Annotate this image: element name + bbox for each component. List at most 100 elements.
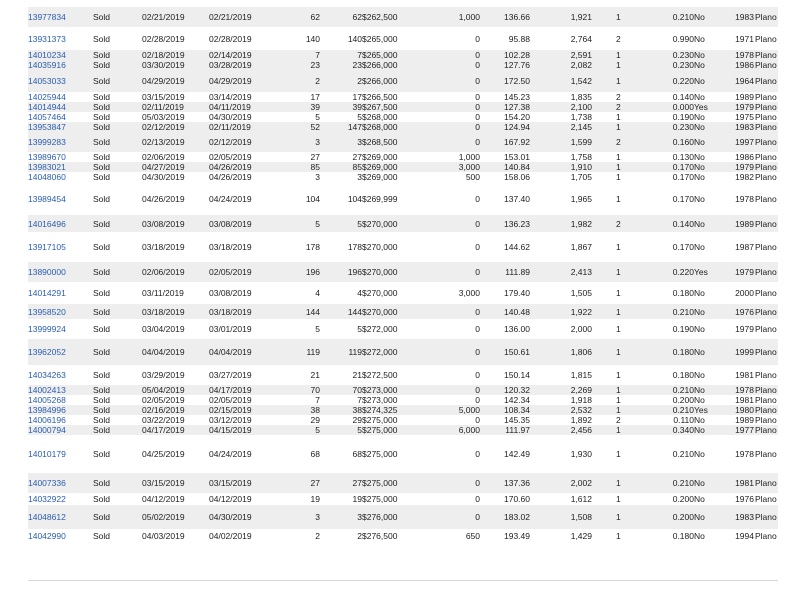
dom-cell: 27 — [310, 152, 320, 162]
acres-cell: 0.180 — [672, 370, 694, 380]
list-date-cell: 03/12/2019 — [209, 415, 252, 425]
mls-link[interactable]: 13989454 — [28, 194, 66, 204]
list-date-cell: 04/17/2019 — [209, 385, 252, 395]
acres-cell: 0.990 — [672, 33, 694, 44]
sqft-cell: 1,815 — [570, 370, 592, 380]
price-cell: $270,000 — [362, 306, 398, 317]
mls-link[interactable]: 14014944 — [28, 102, 66, 112]
cdom-cell: 62 — [352, 12, 362, 22]
mls-link[interactable]: 13931373 — [28, 34, 66, 44]
mls-link[interactable]: 13999924 — [28, 324, 66, 334]
mls-link[interactable]: 13989670 — [28, 152, 66, 162]
mls-link[interactable]: 13958520 — [28, 307, 66, 317]
concessions-cell: 0 — [475, 50, 480, 60]
mls-link[interactable]: 14042990 — [28, 531, 66, 541]
city-cell: Plano — [755, 449, 777, 459]
mls-link[interactable]: 14010179 — [28, 449, 66, 459]
year-built-cell: 1989 — [735, 218, 754, 229]
mls-link[interactable]: 14016496 — [28, 219, 66, 229]
status-cell: Sold — [93, 306, 111, 317]
mls-link[interactable]: 14057464 — [28, 112, 66, 122]
beds-cell: 1 — [616, 370, 621, 380]
dom-cell: 39 — [310, 102, 320, 112]
concessions-cell: 0 — [475, 370, 480, 380]
mls-link[interactable]: 13962052 — [28, 347, 66, 357]
price-cell: $266,500 — [362, 92, 398, 102]
mls-link[interactable]: 13983021 — [28, 162, 66, 172]
mls-link[interactable]: 14048060 — [28, 172, 66, 182]
list-date-cell: 02/12/2019 — [209, 137, 252, 147]
beds-cell: 2 — [616, 92, 621, 102]
mls-link[interactable]: 13977834 — [28, 12, 66, 22]
mls-link[interactable]: 14034263 — [28, 370, 66, 380]
sqft-cell: 2,082 — [570, 60, 592, 70]
status-cell: Sold — [93, 102, 111, 112]
mls-link[interactable]: 13917105 — [28, 242, 66, 252]
city-cell: Plano — [755, 267, 777, 277]
acres-cell: 0.170 — [672, 193, 694, 204]
status-cell: Sold — [93, 395, 111, 405]
beds-cell: 1 — [616, 494, 621, 504]
year-built-cell: 1979 — [735, 162, 754, 172]
pool-cell: No — [694, 512, 705, 522]
year-built-cell: 1978 — [735, 449, 754, 459]
pool-cell: No — [694, 152, 705, 162]
list-date-cell: 03/28/2019 — [209, 60, 252, 70]
cdom-cell: 29 — [352, 415, 362, 425]
cdom-cell: 4 — [357, 288, 362, 298]
dom-cell: 5 — [315, 324, 320, 334]
mls-link[interactable]: 14035916 — [28, 60, 66, 70]
concessions-cell: 0 — [475, 242, 480, 252]
cdom-cell: 27 — [352, 478, 362, 488]
mls-link[interactable]: 13953847 — [28, 122, 66, 132]
mls-link[interactable]: 14010234 — [28, 50, 66, 60]
city-cell: Plano — [755, 12, 777, 22]
mls-link[interactable]: 14005268 — [28, 395, 66, 405]
table-row: 14048060 Sold 04/30/2019 04/26/2019 3 3 $269,0… — [28, 172, 778, 182]
mls-link[interactable]: 14048612 — [28, 512, 66, 522]
mls-link[interactable]: 14002413 — [28, 385, 66, 395]
price-cell: $269,000 — [362, 172, 398, 182]
price-cell: $262,500 — [362, 12, 398, 22]
sqft-cell: 1,612 — [570, 494, 592, 504]
sqft-cell: 1,910 — [570, 162, 592, 172]
sqft-cell: 1,705 — [570, 172, 592, 182]
city-cell: Plano — [755, 112, 777, 122]
pool-cell: No — [694, 347, 705, 357]
acres-cell: 0.180 — [672, 288, 694, 298]
city-cell: Plano — [755, 102, 777, 112]
status-cell: Sold — [93, 494, 111, 504]
sqft-cell: 2,145 — [570, 122, 592, 132]
status-cell: Sold — [93, 60, 111, 70]
list-date-cell: 03/08/2019 — [209, 288, 252, 298]
price-per-sqft-cell: 95.88 — [508, 33, 530, 44]
sold-date-cell: 04/29/2019 — [142, 76, 185, 86]
city-cell: Plano — [755, 162, 777, 172]
mls-link[interactable]: 13999283 — [28, 137, 66, 147]
price-cell: $265,000 — [362, 33, 398, 44]
mls-link[interactable]: 14014291 — [28, 288, 66, 298]
price-per-sqft-cell: 127.38 — [504, 102, 530, 112]
sqft-cell: 1,835 — [570, 92, 592, 102]
year-built-cell: 1978 — [735, 193, 754, 204]
acres-cell: 0.170 — [672, 172, 694, 182]
mls-link[interactable]: 14025944 — [28, 92, 66, 102]
mls-link[interactable]: 13984996 — [28, 405, 66, 415]
dom-cell: 3 — [315, 172, 320, 182]
mls-link[interactable]: 14032922 — [28, 494, 66, 504]
concessions-cell: 0 — [475, 137, 480, 147]
year-built-cell: 1978 — [735, 50, 754, 60]
mls-link[interactable]: 14053033 — [28, 76, 66, 86]
beds-cell: 2 — [616, 415, 621, 425]
cdom-cell: 5 — [357, 324, 362, 334]
mls-link[interactable]: 14006196 — [28, 415, 66, 425]
year-built-cell: 1976 — [735, 494, 754, 504]
price-per-sqft-cell: 150.61 — [504, 347, 530, 357]
cdom-cell: 70 — [352, 385, 362, 395]
mls-link[interactable]: 13890000 — [28, 267, 66, 277]
sold-date-cell: 02/18/2019 — [142, 50, 185, 60]
concessions-cell: 1,000 — [458, 12, 480, 22]
beds-cell: 1 — [616, 478, 621, 488]
mls-link[interactable]: 14007336 — [28, 478, 66, 488]
mls-link[interactable]: 14000794 — [28, 425, 66, 435]
